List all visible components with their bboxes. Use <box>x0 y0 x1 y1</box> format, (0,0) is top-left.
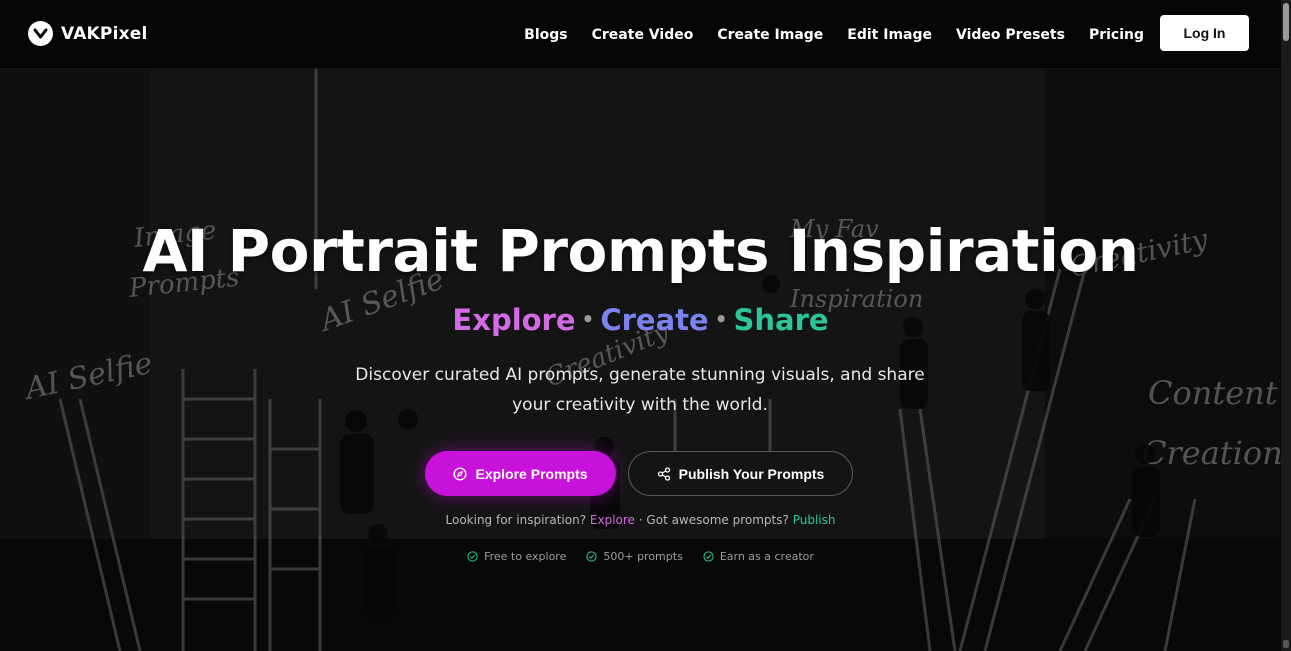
brand-name: VAKPixel <box>61 23 148 44</box>
hint-prefix: Looking for inspiration? <box>445 513 587 527</box>
publish-prompts-button[interactable]: Publish Your Prompts <box>628 451 853 496</box>
tagline-separator: • <box>714 307 728 331</box>
brand[interactable]: VAKPixel <box>28 21 148 46</box>
feature-label: Free to explore <box>484 550 567 563</box>
publish-prompts-label: Publish Your Prompts <box>678 465 825 482</box>
explore-prompts-button[interactable]: Explore Prompts <box>425 451 616 496</box>
feature-list: Free to explore 500+ prompts Earn as a c… <box>0 550 1281 563</box>
feature-label: Earn as a creator <box>719 550 814 563</box>
hint-separator: · <box>638 513 643 527</box>
hero-title: AI Portrait Prompts Inspiration <box>142 217 1139 285</box>
nav-links: Blogs Create Video Create Image Edit Ima… <box>524 0 1144 69</box>
tagline-share: Share <box>733 303 829 337</box>
nav-link-create-image[interactable]: Create Image <box>717 27 823 43</box>
nav-link-edit-image[interactable]: Edit Image <box>847 27 932 43</box>
check-circle-icon <box>467 551 478 562</box>
hint-middle: Got awesome prompts? <box>646 513 789 527</box>
hero-section: Image Prompts AI Selfie AI Selfie My Fav… <box>0 69 1281 651</box>
feature-item: 500+ prompts <box>586 550 683 563</box>
nav-link-create-video[interactable]: Create Video <box>592 27 694 43</box>
check-circle-icon <box>586 551 597 562</box>
nav-link-blogs[interactable]: Blogs <box>524 27 567 43</box>
share-icon <box>657 466 670 481</box>
hint-publish-link[interactable]: Publish <box>793 513 836 527</box>
explore-prompts-label: Explore Prompts <box>475 465 588 482</box>
tagline-explore: Explore <box>452 303 576 337</box>
hero-subtitle: Discover curated AI prompts, generate st… <box>355 365 925 415</box>
hint-explore-link[interactable]: Explore <box>590 513 635 527</box>
nav-link-pricing[interactable]: Pricing <box>1089 27 1144 43</box>
page-scrollbar[interactable] <box>1281 0 1291 651</box>
tagline-create: Create <box>600 303 709 337</box>
top-navbar: VAKPixel Blogs Create Video Create Image… <box>0 0 1281 69</box>
feature-label: 500+ prompts <box>603 550 683 563</box>
nav-link-video-presets[interactable]: Video Presets <box>956 27 1065 43</box>
tagline-separator: • <box>581 307 595 331</box>
hero-tagline: Explore • Create • Share <box>0 303 1281 337</box>
scrollbar-down-arrow[interactable] <box>1283 640 1289 648</box>
login-button[interactable]: Log In <box>1160 15 1249 51</box>
brand-logo-icon <box>28 21 53 46</box>
feature-item: Free to explore <box>467 550 566 563</box>
hero-hint-line: Looking for inspiration? Explore · Got a… <box>0 513 1281 527</box>
check-circle-icon <box>703 551 714 562</box>
compass-icon <box>453 466 467 481</box>
scrollbar-thumb[interactable] <box>1283 3 1289 41</box>
feature-item: Earn as a creator <box>703 550 814 563</box>
